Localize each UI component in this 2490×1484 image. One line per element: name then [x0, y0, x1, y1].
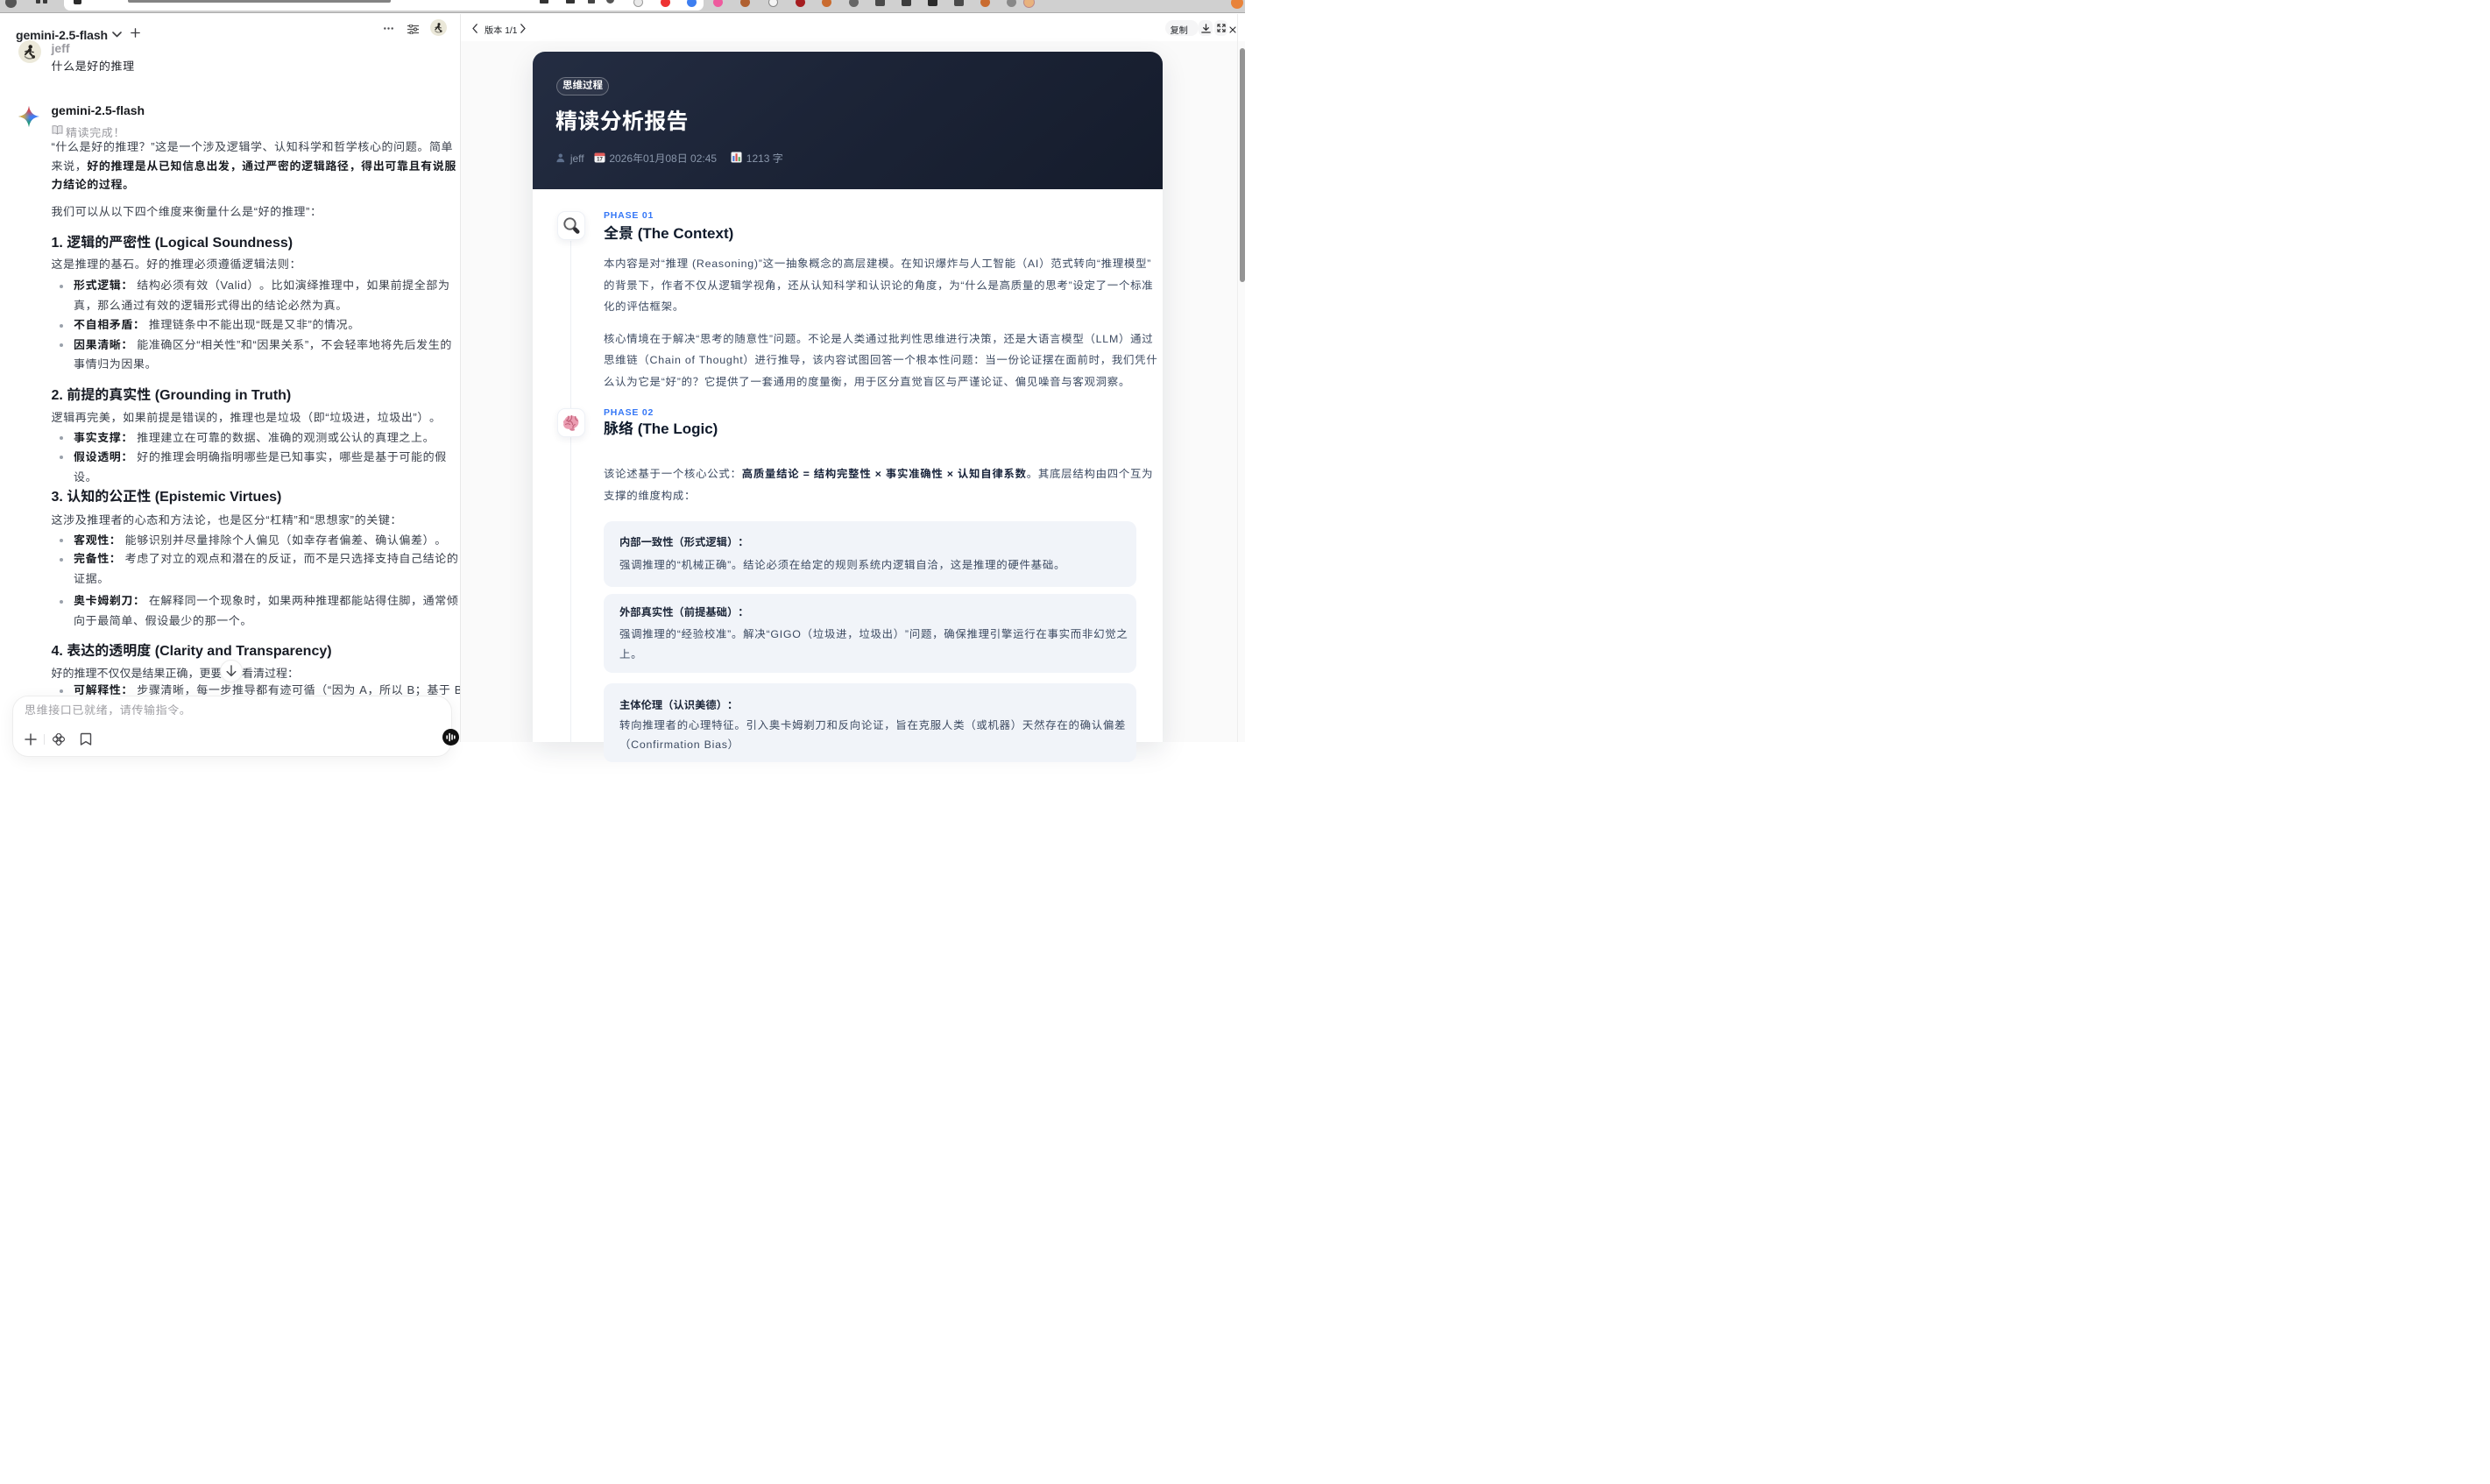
svg-text:17: 17 — [597, 157, 603, 162]
